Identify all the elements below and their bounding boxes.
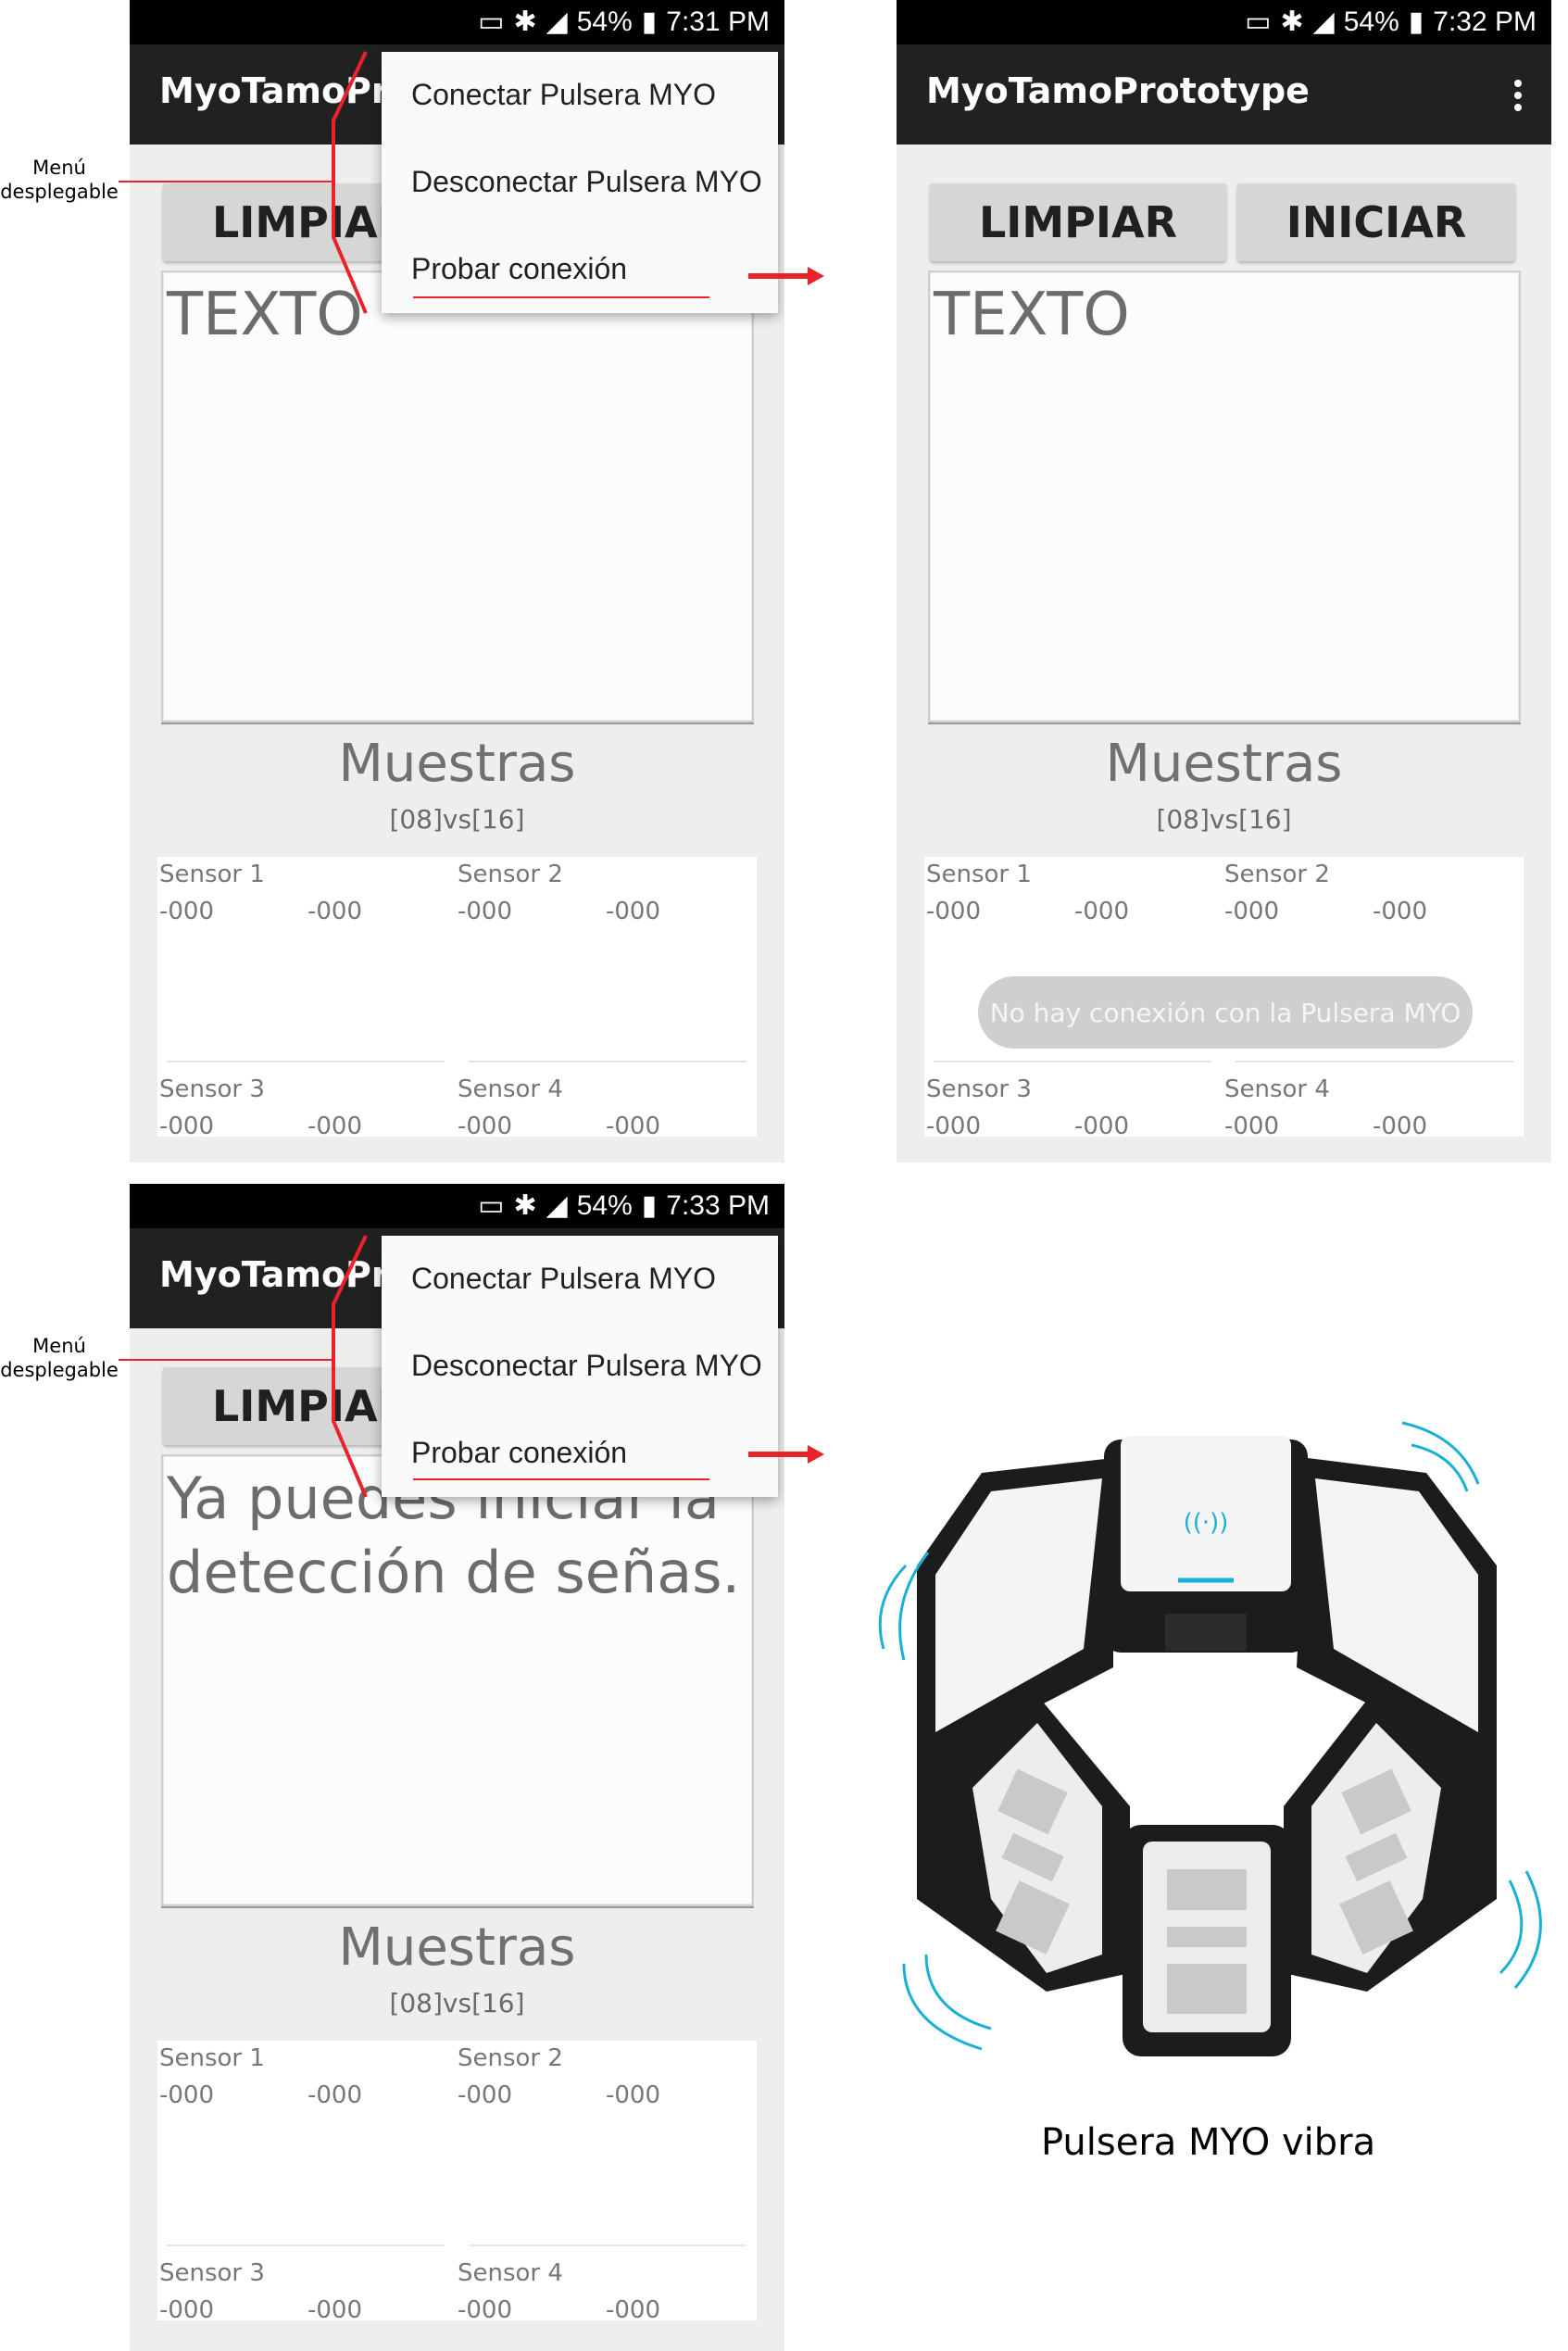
text-output[interactable]: TEXTO <box>928 270 1521 723</box>
divider <box>469 2244 746 2246</box>
sensor-2: Sensor 2 -000 -000 <box>458 2044 661 2109</box>
app-bar: MyoTamoPrototype <box>897 44 1551 145</box>
more-vert-icon[interactable] <box>1514 80 1522 111</box>
highlight-underline <box>413 1478 709 1480</box>
samples-ratio: [08]vs[16] <box>1156 804 1292 835</box>
clear-button[interactable]: LIMPIAR <box>930 183 1226 261</box>
screen-1: ▭ ✱ ◢ 54% ▮ 7:31 PM MyoTamoPrototype LIM… <box>130 0 784 1163</box>
sensor-4: Sensor 4 -000 -000 <box>1224 1075 1428 1140</box>
battery-icon: ▮ <box>641 6 658 37</box>
sensor-3: Sensor 3 -000 -000 <box>926 1075 1130 1140</box>
status-bar: ▭ ✱ ◢ 54% ▮ 7:32 PM <box>897 0 1551 44</box>
divider <box>469 1061 746 1062</box>
samples-title: Muestras <box>338 1917 576 1978</box>
sensor-panel: Sensor 1 -000 -000 Sensor 2 -000 -000 Sensor… <box>157 2041 757 2324</box>
sensor-3: Sensor 3 -000 -000 <box>159 2259 363 2324</box>
overflow-menu: Conectar Pulsera MYO Desconectar Pulsera… <box>382 1236 778 1497</box>
sensor-2: Sensor 2 -000 -000 <box>1224 861 1428 925</box>
myo-pod-bottom <box>1123 1825 1291 2056</box>
svg-text:((·)): ((·)) <box>1184 1509 1229 1537</box>
screen-3: ▭ ✱ ◢ 54% ▮ 7:33 PM MyoTamoPrototype LIM… <box>130 1184 784 2351</box>
divider <box>167 1061 445 1062</box>
battery-percent: 54% <box>576 1189 633 1221</box>
bluetooth-icon: ✱ <box>513 6 537 37</box>
clock: 7:32 PM <box>1433 6 1537 37</box>
cast-icon: ▭ <box>1245 6 1272 37</box>
signal-icon: ◢ <box>546 1190 568 1221</box>
myo-caption: Pulsera MYO vibra <box>1041 2121 1376 2164</box>
myo-armband-image: ((·)) <box>878 1421 1542 2056</box>
status-bar: ▭ ✱ ◢ 54% ▮ 7:31 PM <box>130 0 784 44</box>
arrow-right-icon <box>808 267 824 285</box>
sensor-2: Sensor 2 -000 -000 <box>458 861 661 925</box>
signal-icon: ◢ <box>1312 6 1335 37</box>
menu-annotation-label: Menú desplegable <box>0 157 119 203</box>
menu-test-connection[interactable]: Probar conexión <box>411 252 627 286</box>
highlight-underline <box>413 296 709 298</box>
app-title: MyoTamoPrototype <box>926 70 1310 111</box>
sensor-3: Sensor 3 -000 -000 <box>159 1075 363 1140</box>
menu-annotation-label: Menú desplegable <box>0 1335 119 1381</box>
bluetooth-icon: ✱ <box>513 1190 537 1221</box>
status-bar: ▭ ✱ ◢ 54% ▮ 7:33 PM <box>130 1184 784 1228</box>
connection-toast: No hay conexión con la Pulsera MYO <box>978 976 1473 1049</box>
sensor-4: Sensor 4 -000 -000 <box>458 1075 661 1140</box>
sensor-1: Sensor 1 -000 -000 <box>159 2044 363 2109</box>
battery-icon: ▮ <box>1408 6 1424 37</box>
arrow-right-icon <box>808 1445 824 1464</box>
clock: 7:31 PM <box>666 6 770 37</box>
menu-test-connection[interactable]: Probar conexión <box>411 1436 627 1470</box>
samples-ratio: [08]vs[16] <box>389 1988 525 2018</box>
samples-title: Muestras <box>1105 734 1343 794</box>
menu-connect-myo[interactable]: Conectar Pulsera MYO <box>411 78 716 112</box>
sensor-1: Sensor 1 -000 -000 <box>926 861 1130 925</box>
myo-pod-right-lower <box>1284 1695 1497 1992</box>
menu-connect-myo[interactable]: Conectar Pulsera MYO <box>411 1262 716 1296</box>
sensor-4: Sensor 4 -000 -000 <box>458 2259 661 2324</box>
menu-disconnect-myo[interactable]: Desconectar Pulsera MYO <box>411 1349 762 1383</box>
clock: 7:33 PM <box>666 1189 770 1221</box>
samples-title: Muestras <box>338 734 576 794</box>
cast-icon: ▭ <box>478 6 505 37</box>
battery-percent: 54% <box>1343 6 1399 37</box>
text-output[interactable]: Ya puedes iniciar la detección de señas. <box>161 1454 754 1906</box>
start-button[interactable]: INICIAR <box>1237 183 1515 261</box>
divider <box>1236 1061 1513 1062</box>
battery-icon: ▮ <box>641 1190 658 1221</box>
sensor-1: Sensor 1 -000 -000 <box>159 861 363 925</box>
myo-pod-left-lower <box>917 1695 1130 1992</box>
divider <box>167 2244 445 2246</box>
divider <box>934 1061 1211 1062</box>
samples-ratio: [08]vs[16] <box>389 804 525 835</box>
signal-icon: ◢ <box>546 6 568 37</box>
sensor-panel: Sensor 1 -000 -000 Sensor 2 -000 -000 Sensor… <box>157 857 757 1140</box>
screen-2: ▭ ✱ ◢ 54% ▮ 7:32 PM MyoTamoPrototype LIM… <box>897 0 1551 1163</box>
cast-icon: ▭ <box>478 1190 505 1221</box>
text-output[interactable]: TEXTO <box>161 270 754 723</box>
battery-percent: 54% <box>576 6 633 37</box>
overflow-menu: Conectar Pulsera MYO Desconectar Pulsera… <box>382 52 778 313</box>
bluetooth-icon: ✱ <box>1280 6 1304 37</box>
menu-disconnect-myo[interactable]: Desconectar Pulsera MYO <box>411 165 762 199</box>
myo-pod-top: ((·)) <box>1104 1436 1308 1653</box>
